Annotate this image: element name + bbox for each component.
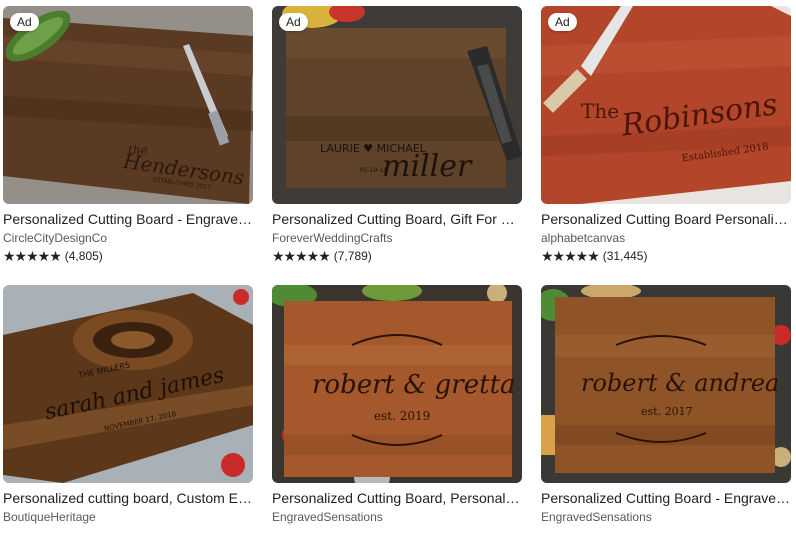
ad-badge: Ad: [279, 13, 308, 31]
listing-card[interactable]: The Robinsons Established 2018 Ad Person…: [541, 6, 791, 264]
listing-image[interactable]: robert & gretta est. 2019: [272, 285, 522, 483]
listing-card[interactable]: the Hendersons ESTABLISHED 2017 Ad Perso…: [3, 6, 253, 264]
listing-image[interactable]: robert & andrea est. 2017: [541, 285, 791, 483]
star-icon: ★★★★★: [541, 248, 600, 264]
review-count: (31,445): [602, 249, 648, 263]
listing-card[interactable]: robert & andrea est. 2017 Personalized C…: [541, 285, 791, 525]
listing-image[interactable]: LAURIE ♥ MICHAEL miller 05-19-18 Ad: [272, 6, 522, 204]
rating: ★★★★★ (7,789): [272, 249, 522, 264]
cutting-board-image: The Robinsons Established 2018: [541, 6, 791, 204]
ad-badge: Ad: [548, 13, 577, 31]
star-icon: ★★★★★: [272, 248, 331, 264]
engraving-line: The: [581, 99, 619, 123]
cutting-board-image: THE MILLERS sarah and james NOVEMBER 17,…: [3, 285, 253, 483]
cutting-board-image: robert & gretta est. 2019: [272, 285, 522, 483]
review-count: (4,805): [64, 249, 103, 263]
cutting-board-image: LAURIE ♥ MICHAEL miller 05-19-18: [272, 6, 522, 204]
rating: ★★★★★ (31,445): [541, 249, 791, 264]
shop-name[interactable]: EngravedSensations: [272, 510, 522, 525]
listing-card[interactable]: THE MILLERS sarah and james NOVEMBER 17,…: [3, 285, 253, 525]
engraving-line: robert & gretta: [312, 370, 516, 400]
engraving-line: miller: [382, 149, 473, 184]
shop-name[interactable]: EngravedSensations: [541, 510, 791, 525]
listing-title[interactable]: Personalized Cutting Board - Engraved Cu…: [3, 210, 253, 228]
engraving-line: est. 2019: [374, 409, 430, 423]
listing-card[interactable]: LAURIE ♥ MICHAEL miller 05-19-18 Ad Pers…: [272, 6, 522, 264]
listing-title[interactable]: Personalized Cutting Board - Engraved Gi…: [541, 489, 791, 507]
shop-name[interactable]: CircleCityDesignCo: [3, 231, 253, 246]
shop-name[interactable]: alphabetcanvas: [541, 231, 791, 246]
rating: ★★★★★ (4,805): [3, 249, 253, 264]
listing-card[interactable]: robert & gretta est. 2019 Personalized C…: [272, 285, 522, 525]
listing-image[interactable]: the Hendersons ESTABLISHED 2017 Ad: [3, 6, 253, 204]
ad-badge: Ad: [10, 13, 39, 31]
star-icon: ★★★★★: [3, 248, 62, 264]
review-count: (7,789): [333, 249, 372, 263]
shop-name[interactable]: ForeverWeddingCrafts: [272, 231, 522, 246]
listing-image[interactable]: THE MILLERS sarah and james NOVEMBER 17,…: [3, 285, 253, 483]
listing-title[interactable]: Personalized Cutting Board, Gift For Cou…: [272, 210, 522, 228]
cutting-board-image: the Hendersons ESTABLISHED 2017: [3, 6, 253, 204]
listing-title[interactable]: Personalized Cutting Board Personalized …: [541, 210, 791, 228]
listing-title[interactable]: Personalized cutting board, Custom Engra…: [3, 489, 253, 507]
cutting-board-image: robert & andrea est. 2017: [541, 285, 791, 483]
shop-name[interactable]: BoutiqueHeritage: [3, 510, 253, 525]
engraving-line: 05-19-18: [360, 167, 387, 174]
listing-title[interactable]: Personalized Cutting Board, Personalized…: [272, 489, 522, 507]
listing-image[interactable]: The Robinsons Established 2018 Ad: [541, 6, 791, 204]
engraving-line: robert & andrea: [581, 369, 779, 397]
engraving-line: est. 2017: [641, 405, 693, 418]
